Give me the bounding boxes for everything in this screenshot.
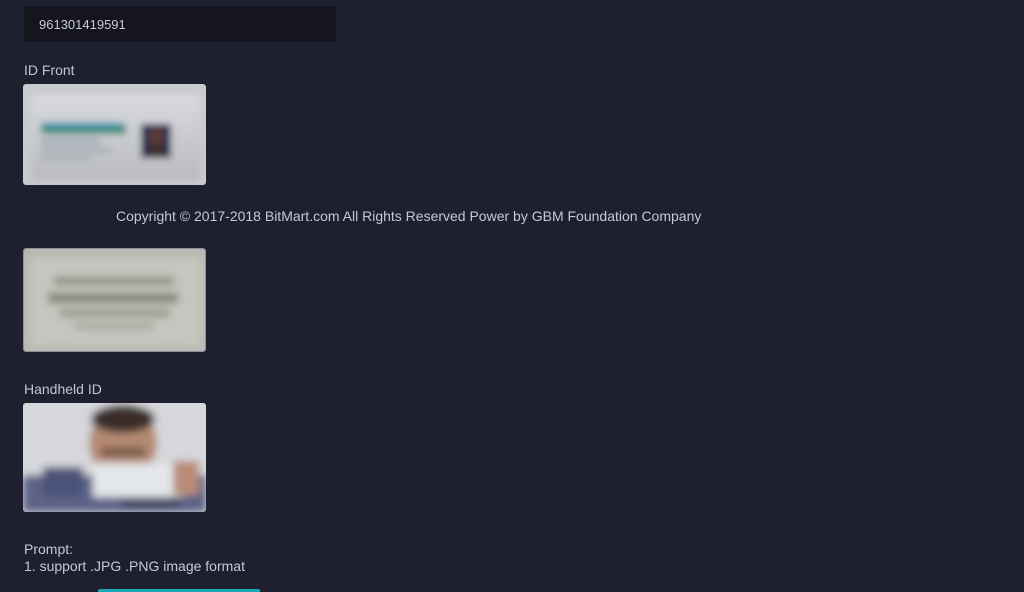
identity-verification-page: ID Front xyxy=(0,0,1024,592)
id-front-label: ID Front xyxy=(24,62,75,78)
prompt-title: Prompt: xyxy=(24,541,74,557)
id-number-input[interactable] xyxy=(24,6,336,42)
handheld-id-upload-image[interactable] xyxy=(23,403,206,512)
prompt-item: 1. support .JPG .PNG image format xyxy=(24,558,245,574)
id-back-upload-image[interactable] xyxy=(23,248,206,352)
copyright-text: Copyright © 2017-2018 BitMart.com All Ri… xyxy=(116,208,702,224)
prompt-section: Prompt: 1. support .JPG .PNG image forma… xyxy=(24,541,245,575)
id-front-upload-image[interactable] xyxy=(23,84,206,185)
handheld-id-label: Handheld ID xyxy=(24,381,102,397)
